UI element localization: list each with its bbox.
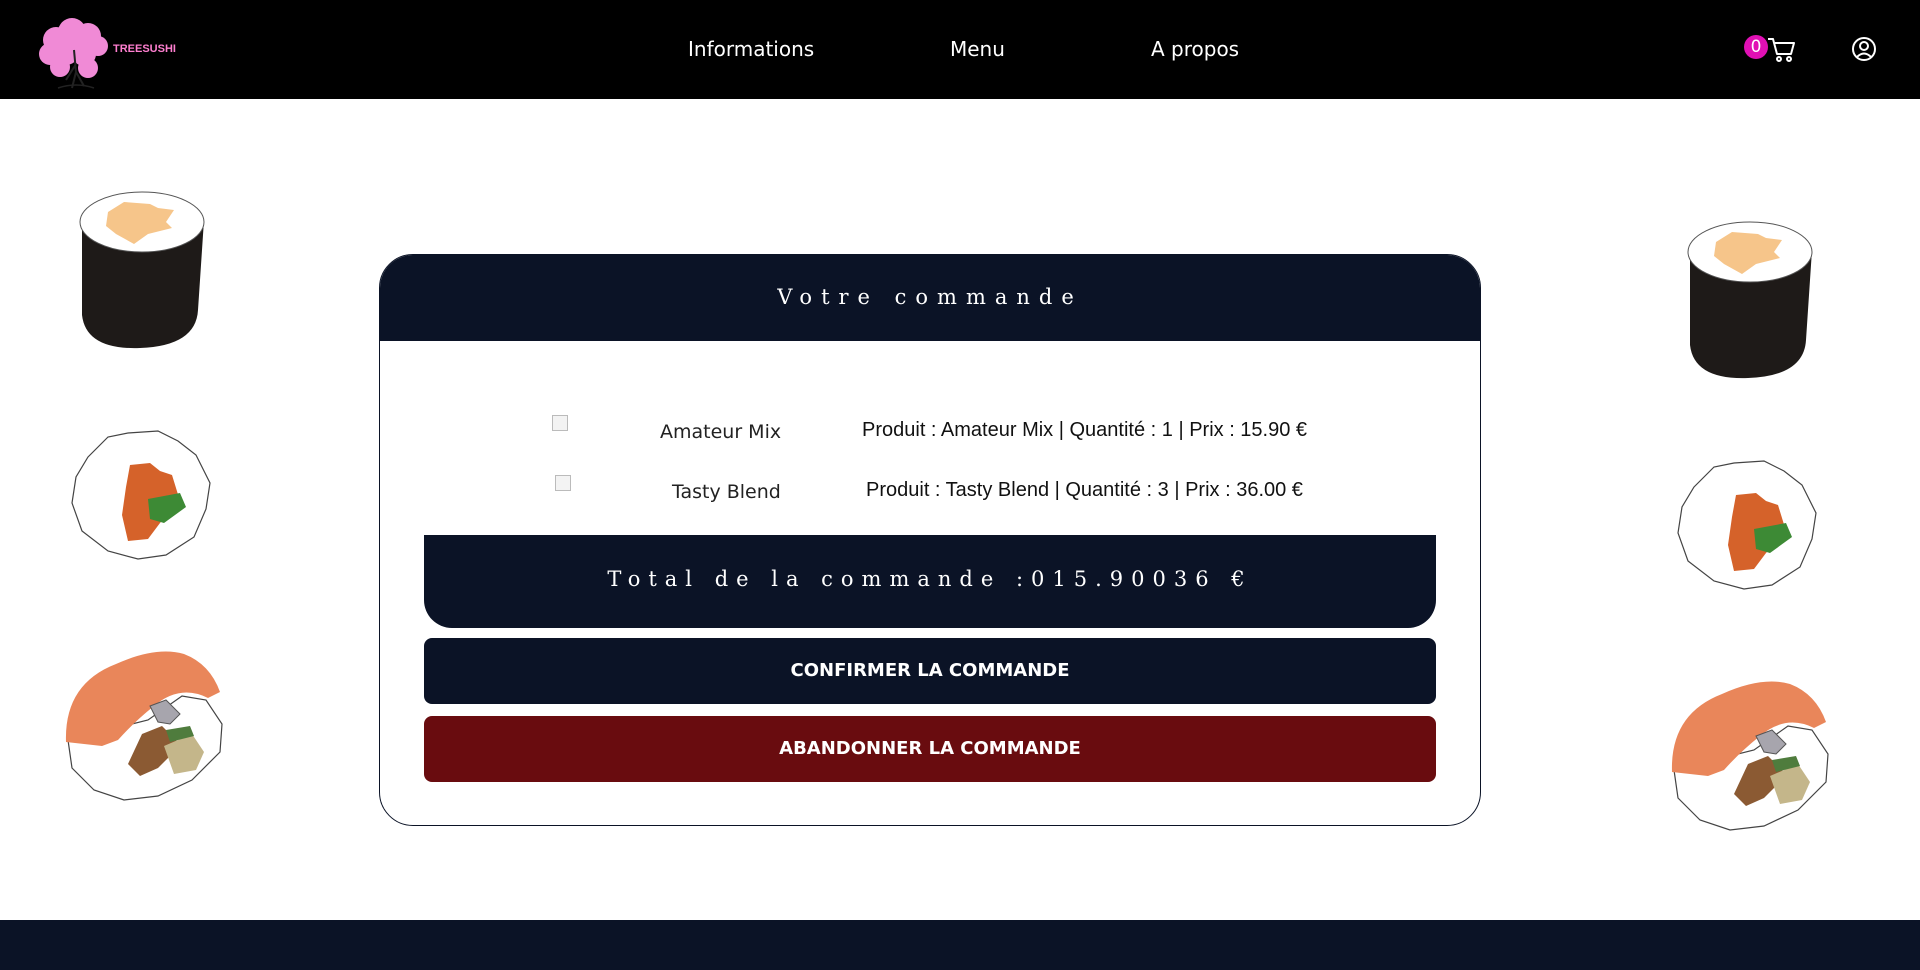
cancel-order-button[interactable]: ABANDONNER LA COMMANDE	[424, 716, 1436, 782]
order-total-bar: Total de la commande :015.90036 €	[424, 535, 1436, 628]
cart-icon	[1768, 38, 1795, 62]
order-card-header: Votre commande	[380, 255, 1480, 341]
maki-sushi-image	[79, 191, 205, 349]
top-navbar: TREESUSHI Informations Menu A propos 0	[0, 0, 1920, 99]
rice-roll-sushi-image	[71, 430, 211, 560]
nav-a-propos[interactable]: A propos	[1151, 37, 1239, 61]
salmon-nigiri-sushi-image	[65, 651, 223, 801]
order-item-row: Tasty Blend Produit : Tasty Blend | Quan…	[380, 475, 1480, 511]
order-item-row: Amateur Mix Produit : Amateur Mix | Quan…	[380, 415, 1480, 451]
order-item-description: Produit : Tasty Blend | Quantité : 3 | P…	[866, 479, 1303, 501]
brand-name: TREESUSHI	[113, 43, 176, 55]
nav-informations[interactable]: Informations	[688, 37, 814, 61]
order-total: Total de la commande :015.90036 €	[607, 567, 1253, 591]
product-image-placeholder	[552, 415, 568, 431]
nav-menu[interactable]: Menu	[950, 37, 1005, 61]
cart-count-badge: 0	[1744, 35, 1768, 59]
rice-roll-sushi-image	[1677, 460, 1817, 590]
order-item-name: Amateur Mix	[660, 421, 782, 443]
maki-sushi-image	[1687, 221, 1813, 379]
user-account-icon[interactable]	[1851, 36, 1877, 62]
salmon-nigiri-sushi-image	[1671, 681, 1829, 831]
order-item-name: Tasty Blend	[672, 481, 781, 503]
cart-button[interactable]: 0	[1744, 30, 1802, 70]
page-footer	[0, 920, 1920, 970]
order-card: Votre commande Amateur Mix Produit : Ama…	[379, 254, 1481, 826]
order-title: Votre commande	[777, 285, 1083, 309]
confirm-order-button[interactable]: CONFIRMER LA COMMANDE	[424, 638, 1436, 704]
product-image-placeholder	[555, 475, 571, 491]
order-item-description: Produit : Amateur Mix | Quantité : 1 | P…	[862, 419, 1308, 441]
